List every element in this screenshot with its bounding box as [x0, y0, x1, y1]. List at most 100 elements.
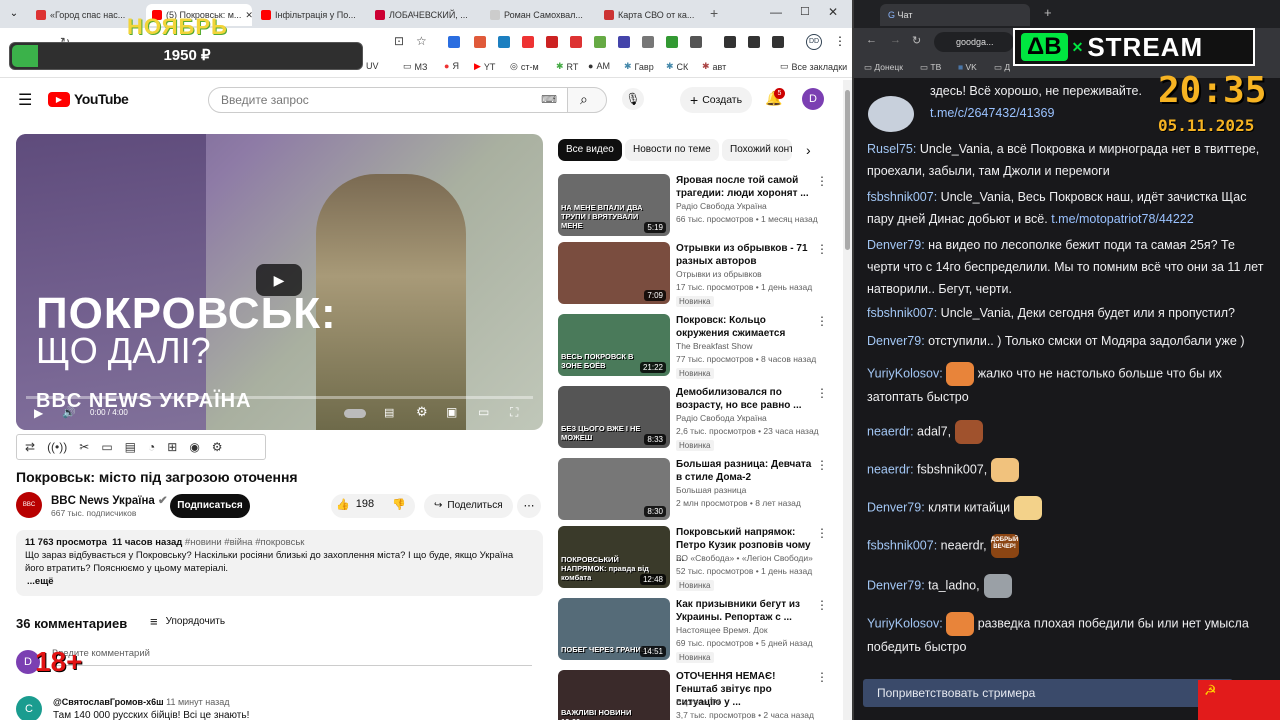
related-video-thumbnail[interactable]: 7:09 — [558, 242, 670, 304]
youtube-logo[interactable]: ▶ YouTube — [48, 91, 129, 107]
chip-related-news[interactable]: Новости по теме — [625, 139, 719, 161]
chip-all-videos[interactable]: Все видео — [558, 139, 622, 161]
bookmark[interactable]: UV — [366, 61, 379, 71]
chat-username[interactable]: fsbshnik007: — [867, 190, 937, 204]
related-video-item[interactable]: ВАЖЛИВІ НОВИНИ 16:00ОТОЧЕННЯ НЕМАЄ! Генш… — [558, 670, 848, 720]
close-icon[interactable]: ✕ — [245, 10, 252, 21]
profile-avatar[interactable]: DD — [806, 34, 822, 50]
related-video-item[interactable]: БЕЗ ЦЬОГО ВЖЕ І НЕ МОЖЕШ 8:33 Демобилизова… — [558, 386, 848, 451]
related-video-thumbnail[interactable]: ВАЖЛИВІ НОВИНИ 16:00 — [558, 670, 670, 720]
related-video-title[interactable]: Яровая после той самой трагедии: люди хо… — [676, 174, 816, 200]
tab-search-icon[interactable]: ⌄ — [6, 6, 22, 22]
chat-tab[interactable]: G Чат — [880, 4, 1030, 26]
miniplayer-icon[interactable]: ▣ — [446, 405, 457, 419]
related-video-channel[interactable]: Большая разница — [676, 485, 746, 495]
bookmark[interactable]: ▭ ТВ — [920, 62, 941, 73]
extension-icon[interactable] — [666, 36, 678, 48]
forward-icon[interactable]: → — [890, 34, 901, 46]
related-video-title[interactable]: Большая разница: Девчата в стиле Дома-2 — [676, 458, 816, 484]
chat-username[interactable]: neaerdr: — [867, 462, 914, 476]
extension-icon[interactable] — [546, 36, 558, 48]
related-video-thumbnail[interactable]: НА МЕНЕ ВПАЛИ ДВА ТРУПИ І ВРЯТУВАЛИ МЕНЕ… — [558, 174, 670, 236]
related-video-title[interactable]: Отрывки из обрывков - 71 разных авторов — [676, 242, 816, 268]
more-options-icon[interactable]: ⋮ — [816, 598, 828, 612]
bookmark[interactable]: ◎ ст-м — [510, 61, 539, 72]
create-button[interactable]: + Создать — [680, 87, 753, 113]
new-tab-icon[interactable]: + — [710, 5, 718, 21]
related-video-item[interactable]: НА МЕНЕ ВПАЛИ ДВА ТРУПИ І ВРЯТУВАЛИ МЕНЕ… — [558, 174, 848, 238]
fullscreen-icon[interactable]: ⛶ — [510, 405, 518, 420]
more-options-icon[interactable]: ⋮ — [816, 174, 828, 188]
chat-link[interactable]: t.me/c/2647432/41369 — [930, 106, 1054, 120]
extension-icon[interactable] — [642, 36, 654, 48]
link-icon[interactable] — [748, 36, 760, 48]
chips-next-icon[interactable]: › — [806, 142, 811, 158]
tab-5[interactable]: Роман Самохвал... — [484, 4, 596, 26]
bookmark[interactable]: ✱ RT — [556, 61, 578, 72]
channel-avatar[interactable]: BBC — [16, 492, 42, 518]
install-icon[interactable]: ⊡ — [394, 34, 404, 48]
hamburger-menu-icon[interactable]: ☰ — [18, 90, 32, 110]
related-video-item[interactable]: ВЕСЬ ПОКРОВСК В ЗОНЕ БОЁВ 21:22 Покровск: … — [558, 314, 848, 379]
keyboard-icon[interactable]: ⌨ — [541, 88, 557, 112]
progress-bar[interactable] — [26, 396, 533, 399]
chat-username[interactable]: Denver79: — [867, 334, 925, 348]
related-video-channel[interactable]: Настоящее Время. Док — [676, 625, 768, 635]
chat-username[interactable]: YuriyKolosov: — [867, 366, 943, 380]
share-button[interactable]: ↪ Поделиться — [424, 494, 513, 518]
back-icon[interactable]: ← — [866, 34, 877, 46]
chat-username[interactable]: neaerdr: — [867, 424, 914, 438]
settings-gear-icon[interactable]: ⚙ — [416, 404, 428, 420]
more-options-icon[interactable]: ⋮ — [816, 670, 828, 684]
extension-icon[interactable] — [448, 36, 460, 48]
like-button[interactable]: 👍 198 — [336, 498, 374, 511]
gear-icon[interactable]: ⚙ — [212, 440, 223, 454]
bookmark[interactable]: ✱ авт — [702, 61, 726, 72]
video-player[interactable]: ▶ ПОКРОВСЬК: ЩО ДАЛІ? BBC NEWS УКРАЇНА ▶… — [16, 134, 543, 430]
related-video-channel[interactable]: Espreso.TV — [676, 697, 720, 707]
related-video-thumbnail[interactable]: ПОКРОВСЬКИЙ НАПРЯМОК: правда від комбата… — [558, 526, 670, 588]
chat-username[interactable]: YuriyKolosov: — [867, 616, 943, 630]
thumbs-down-icon[interactable]: 👎 — [392, 498, 406, 511]
minimize-icon[interactable]: — — [770, 5, 782, 19]
related-video-thumbnail[interactable]: ВЕСЬ ПОКРОВСК В ЗОНЕ БОЁВ 21:22 — [558, 314, 670, 376]
related-video-channel[interactable]: Радіо Свобода Україна — [676, 201, 767, 211]
related-video-thumbnail[interactable]: БЕЗ ЦЬОГО ВЖЕ І НЕ МОЖЕШ 8:33 — [558, 386, 670, 448]
scrollbar[interactable] — [843, 80, 852, 720]
bookmark[interactable]: ✱ СК — [666, 61, 688, 72]
reload-icon[interactable]: ↻ — [912, 34, 921, 47]
channel-name[interactable]: BBC News Україна ✔ — [51, 493, 168, 507]
add-icon[interactable]: ⊞ — [167, 440, 177, 454]
chat-username[interactable]: fsbshnik007: — [867, 306, 937, 320]
show-more-link[interactable]: ...ещё — [25, 575, 534, 588]
clip-icon[interactable]: ▭ — [101, 440, 112, 454]
loop-icon[interactable]: ⇄ — [25, 440, 35, 454]
subtitles-icon[interactable]: ▤ — [384, 406, 394, 419]
star-icon[interactable]: ☆ — [416, 34, 427, 48]
related-video-title[interactable]: Покровск: Кольцо окружения сжимается — [676, 314, 816, 340]
related-video-channel[interactable]: Радіо Свобода Україна — [676, 413, 767, 423]
bookmark[interactable]: ■ VK — [958, 62, 977, 72]
related-video-title[interactable]: Демобилизовался по возрасту, но все равн… — [676, 386, 816, 412]
theater-mode-icon[interactable]: ▭ — [478, 405, 489, 419]
tab-6[interactable]: Карта СВО от ка... — [598, 4, 708, 26]
bookmark[interactable]: ▭ МЗ — [403, 61, 427, 72]
sort-comments-button[interactable]: ≡ Упорядочить — [150, 614, 225, 629]
bookmark[interactable]: ▭ Д — [994, 62, 1010, 73]
bookmark[interactable]: ✱ Гавр — [624, 61, 654, 72]
chat-username[interactable]: fsbshnik007: — [867, 538, 937, 552]
search-input[interactable]: Введите запрос ⌨ — [208, 87, 568, 113]
comment-avatar[interactable]: C — [16, 696, 42, 720]
extension-icon[interactable] — [594, 36, 606, 48]
key-icon[interactable] — [724, 36, 736, 48]
cut-icon[interactable]: ✂ — [79, 440, 89, 454]
related-video-title[interactable]: Как призывники бегут из Украины. Репорта… — [676, 598, 816, 624]
related-video-item[interactable]: 7:09 Отрывки из обрывков - 71 разных авто… — [558, 242, 848, 307]
chip-similar[interactable]: Похожий конт — [722, 139, 792, 161]
autoplay-toggle[interactable] — [344, 409, 366, 418]
tab-1[interactable]: «Город спас нас... — [30, 4, 142, 26]
related-video-item[interactable]: ПОБЕГ ЧЕРЕЗ ГРАНИЦУ 14:51 Как призывники б… — [558, 598, 848, 663]
audio-icon[interactable]: ((•)) — [47, 440, 67, 454]
all-bookmarks[interactable]: ▭ Все закладки — [780, 61, 847, 72]
maximize-icon[interactable]: ☐ — [800, 5, 810, 18]
